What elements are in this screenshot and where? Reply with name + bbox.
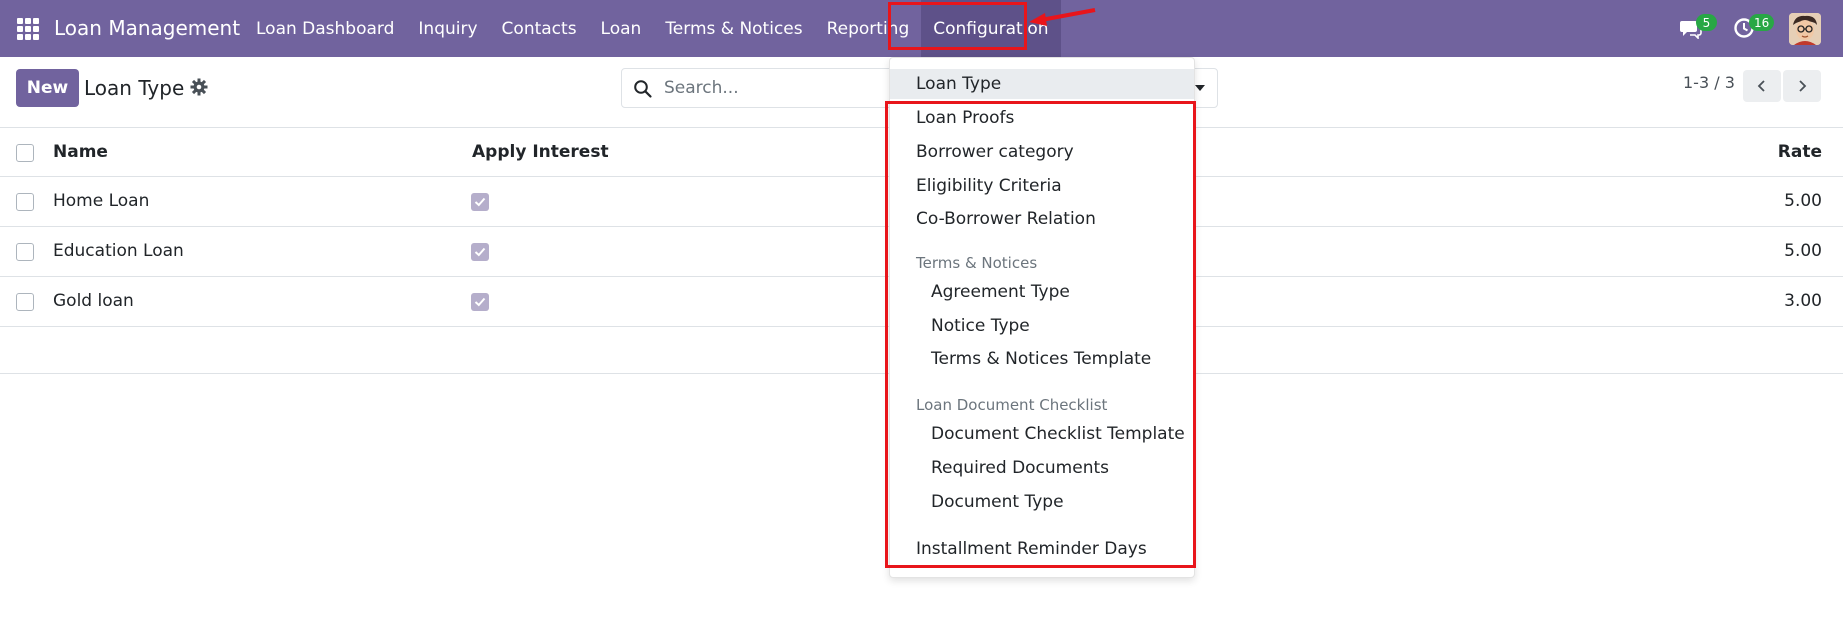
checkmark-icon <box>474 197 486 207</box>
menu-inquiry[interactable]: Inquiry <box>406 0 489 57</box>
activities-badge: 16 <box>1749 14 1775 31</box>
search-icon <box>634 80 652 98</box>
section-header-terms-notices: Terms & Notices <box>916 254 1038 272</box>
menu-item-required-documents[interactable]: Required Documents <box>890 453 1194 483</box>
row-checkbox[interactable] <box>16 243 34 261</box>
apps-grid-icon[interactable] <box>17 18 39 40</box>
column-header-apply-interest[interactable]: Apply Interest <box>472 142 609 162</box>
menu-item-loan-type[interactable]: Loan Type <box>890 69 1194 99</box>
column-header-name[interactable]: Name <box>53 142 108 162</box>
menu-item-document-type[interactable]: Document Type <box>890 487 1194 517</box>
menu-item-eligibility-criteria[interactable]: Eligibility Criteria <box>890 171 1194 201</box>
gear-icon[interactable] <box>190 78 208 96</box>
menu-item-agreement-type[interactable]: Agreement Type <box>890 277 1194 307</box>
menu-item-notice-type[interactable]: Notice Type <box>890 311 1194 341</box>
user-avatar[interactable] <box>1789 13 1821 45</box>
chevron-left-icon <box>1757 80 1765 92</box>
menu-item-borrower-category[interactable]: Borrower category <box>890 137 1194 167</box>
checkmark-icon <box>474 247 486 257</box>
menu-terms-notices[interactable]: Terms & Notices <box>653 0 814 57</box>
messages-badge: 5 <box>1696 14 1717 31</box>
column-header-rate[interactable]: Rate <box>1778 142 1822 162</box>
search-input[interactable] <box>664 74 904 102</box>
app-brand[interactable]: Loan Management <box>54 16 240 40</box>
menu-item-co-borrower-relation[interactable]: Co-Borrower Relation <box>890 204 1194 234</box>
apply-interest-checkbox <box>471 243 489 261</box>
loan-type-name[interactable]: Education Loan <box>53 241 184 261</box>
checkmark-icon <box>474 297 486 307</box>
menu-item-installment-reminder-days[interactable]: Installment Reminder Days <box>890 534 1194 564</box>
pager-next-button[interactable] <box>1783 70 1821 102</box>
row-checkbox[interactable] <box>16 293 34 311</box>
loan-type-name[interactable]: Home Loan <box>53 191 149 211</box>
page-title: Loan Type <box>84 76 185 100</box>
apply-interest-checkbox <box>471 193 489 211</box>
menu-contacts[interactable]: Contacts <box>490 0 589 57</box>
chevron-right-icon <box>1799 80 1807 92</box>
row-checkbox[interactable] <box>16 193 34 211</box>
menu-reporting[interactable]: Reporting <box>815 0 922 57</box>
menu-item-document-checklist-template[interactable]: Document Checklist Template <box>890 419 1194 449</box>
menu-item-terms-notices-template[interactable]: Terms & Notices Template <box>890 344 1194 374</box>
main-menu: Loan Dashboard Inquiry Contacts Loan Ter… <box>244 0 1061 57</box>
loan-type-rate[interactable]: 5.00 <box>1784 191 1822 211</box>
new-button[interactable]: New <box>16 69 79 107</box>
section-header-loan-document-checklist: Loan Document Checklist <box>916 396 1108 414</box>
apply-interest-checkbox <box>471 293 489 311</box>
search-options-caret-icon[interactable] <box>1193 81 1207 95</box>
select-all-checkbox[interactable] <box>16 144 34 162</box>
pager-value[interactable]: 1-3 / 3 <box>1683 73 1735 92</box>
configuration-dropdown: Loan Type Loan Proofs Borrower category … <box>889 57 1195 578</box>
loan-type-rate[interactable]: 5.00 <box>1784 241 1822 261</box>
menu-item-loan-proofs[interactable]: Loan Proofs <box>890 103 1194 133</box>
top-navbar: Loan Management Loan Dashboard Inquiry C… <box>0 0 1843 57</box>
menu-loan[interactable]: Loan <box>589 0 654 57</box>
loan-type-rate[interactable]: 3.00 <box>1784 291 1822 311</box>
pager-previous-button[interactable] <box>1743 70 1781 102</box>
loan-type-name[interactable]: Gold loan <box>53 291 134 311</box>
menu-configuration[interactable]: Configuration <box>921 0 1061 57</box>
menu-loan-dashboard[interactable]: Loan Dashboard <box>244 0 406 57</box>
